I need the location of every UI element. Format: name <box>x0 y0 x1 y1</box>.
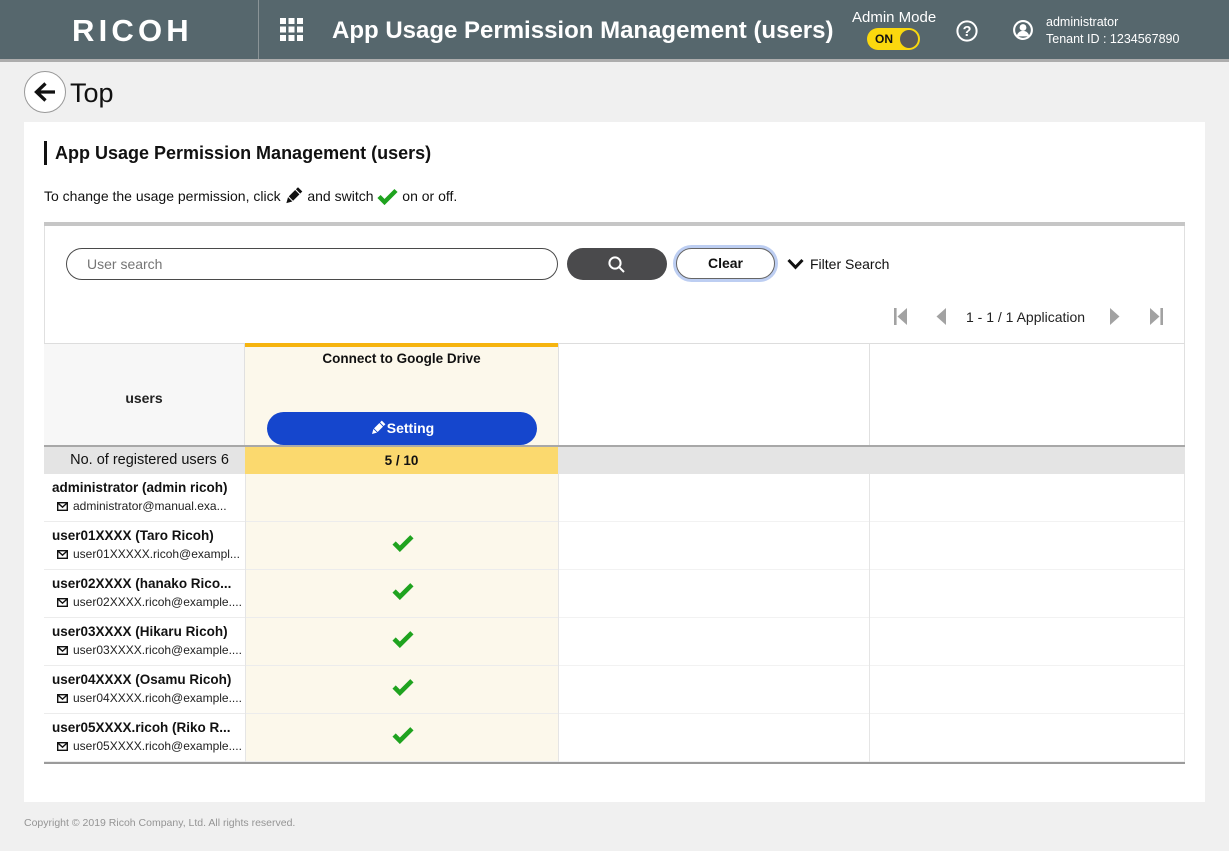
svg-text:?: ? <box>963 24 972 40</box>
